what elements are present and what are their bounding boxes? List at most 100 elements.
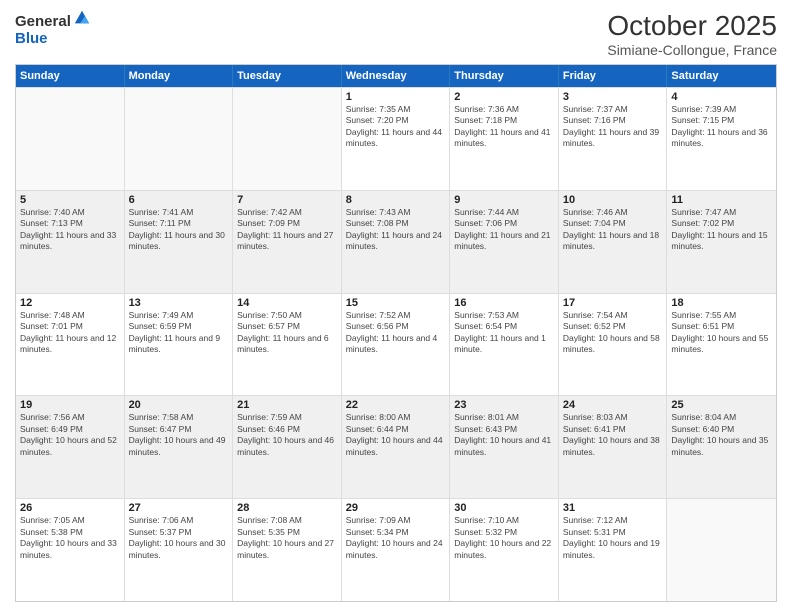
cal-cell-r4c4: 30Sunrise: 7:10 AM Sunset: 5:32 PM Dayli…: [450, 499, 559, 601]
day-number: 5: [20, 194, 120, 206]
cell-info: Sunrise: 7:54 AM Sunset: 6:52 PM Dayligh…: [563, 310, 663, 356]
cell-info: Sunrise: 7:37 AM Sunset: 7:16 PM Dayligh…: [563, 104, 663, 150]
subtitle: Simiane-Collongue, France: [607, 42, 777, 58]
cal-cell-r4c2: 28Sunrise: 7:08 AM Sunset: 5:35 PM Dayli…: [233, 499, 342, 601]
cell-info: Sunrise: 7:56 AM Sunset: 6:49 PM Dayligh…: [20, 412, 120, 458]
cal-cell-r1c2: 7Sunrise: 7:42 AM Sunset: 7:09 PM Daylig…: [233, 191, 342, 293]
cal-cell-r4c1: 27Sunrise: 7:06 AM Sunset: 5:37 PM Dayli…: [125, 499, 234, 601]
cell-info: Sunrise: 7:09 AM Sunset: 5:34 PM Dayligh…: [346, 515, 446, 561]
day-number: 31: [563, 502, 663, 514]
day-number: 12: [20, 297, 120, 309]
cal-cell-r0c5: 3Sunrise: 7:37 AM Sunset: 7:16 PM Daylig…: [559, 88, 668, 190]
cell-info: Sunrise: 7:39 AM Sunset: 7:15 PM Dayligh…: [671, 104, 772, 150]
month-title: October 2025: [607, 10, 777, 42]
cell-info: Sunrise: 7:43 AM Sunset: 7:08 PM Dayligh…: [346, 207, 446, 253]
calendar-row-0: 1Sunrise: 7:35 AM Sunset: 7:20 PM Daylig…: [16, 87, 776, 190]
cal-cell-r0c6: 4Sunrise: 7:39 AM Sunset: 7:15 PM Daylig…: [667, 88, 776, 190]
day-number: 30: [454, 502, 554, 514]
cal-cell-r1c5: 10Sunrise: 7:46 AM Sunset: 7:04 PM Dayli…: [559, 191, 668, 293]
cal-cell-r3c1: 20Sunrise: 7:58 AM Sunset: 6:47 PM Dayli…: [125, 396, 234, 498]
cal-cell-r1c1: 6Sunrise: 7:41 AM Sunset: 7:11 PM Daylig…: [125, 191, 234, 293]
day-number: 8: [346, 194, 446, 206]
cal-cell-r4c5: 31Sunrise: 7:12 AM Sunset: 5:31 PM Dayli…: [559, 499, 668, 601]
cal-cell-r3c2: 21Sunrise: 7:59 AM Sunset: 6:46 PM Dayli…: [233, 396, 342, 498]
cal-cell-r3c3: 22Sunrise: 8:00 AM Sunset: 6:44 PM Dayli…: [342, 396, 451, 498]
logo-general: General: [15, 14, 71, 31]
cal-cell-r3c6: 25Sunrise: 8:04 AM Sunset: 6:40 PM Dayli…: [667, 396, 776, 498]
day-number: 15: [346, 297, 446, 309]
calendar-row-1: 5Sunrise: 7:40 AM Sunset: 7:13 PM Daylig…: [16, 190, 776, 293]
day-number: 26: [20, 502, 120, 514]
cell-info: Sunrise: 7:53 AM Sunset: 6:54 PM Dayligh…: [454, 310, 554, 356]
day-number: 9: [454, 194, 554, 206]
day-number: 21: [237, 399, 337, 411]
cell-info: Sunrise: 7:42 AM Sunset: 7:09 PM Dayligh…: [237, 207, 337, 253]
day-number: 2: [454, 91, 554, 103]
cell-info: Sunrise: 7:52 AM Sunset: 6:56 PM Dayligh…: [346, 310, 446, 356]
day-number: 7: [237, 194, 337, 206]
cell-info: Sunrise: 7:06 AM Sunset: 5:37 PM Dayligh…: [129, 515, 229, 561]
cal-cell-r2c6: 18Sunrise: 7:55 AM Sunset: 6:51 PM Dayli…: [667, 294, 776, 396]
cal-cell-r2c1: 13Sunrise: 7:49 AM Sunset: 6:59 PM Dayli…: [125, 294, 234, 396]
cal-cell-r0c2: [233, 88, 342, 190]
day-number: 11: [671, 194, 772, 206]
logo-icon: [73, 9, 91, 27]
cell-info: Sunrise: 7:50 AM Sunset: 6:57 PM Dayligh…: [237, 310, 337, 356]
day-number: 17: [563, 297, 663, 309]
header-day-sunday: Sunday: [16, 65, 125, 87]
day-number: 1: [346, 91, 446, 103]
header-day-monday: Monday: [125, 65, 234, 87]
cal-cell-r2c3: 15Sunrise: 7:52 AM Sunset: 6:56 PM Dayli…: [342, 294, 451, 396]
cell-info: Sunrise: 7:49 AM Sunset: 6:59 PM Dayligh…: [129, 310, 229, 356]
header-day-tuesday: Tuesday: [233, 65, 342, 87]
cell-info: Sunrise: 7:59 AM Sunset: 6:46 PM Dayligh…: [237, 412, 337, 458]
cell-info: Sunrise: 7:55 AM Sunset: 6:51 PM Dayligh…: [671, 310, 772, 356]
day-number: 19: [20, 399, 120, 411]
cal-cell-r4c0: 26Sunrise: 7:05 AM Sunset: 5:38 PM Dayli…: [16, 499, 125, 601]
cell-info: Sunrise: 7:46 AM Sunset: 7:04 PM Dayligh…: [563, 207, 663, 253]
cell-info: Sunrise: 8:01 AM Sunset: 6:43 PM Dayligh…: [454, 412, 554, 458]
header-day-friday: Friday: [559, 65, 668, 87]
day-number: 6: [129, 194, 229, 206]
cell-info: Sunrise: 7:12 AM Sunset: 5:31 PM Dayligh…: [563, 515, 663, 561]
cell-info: Sunrise: 8:04 AM Sunset: 6:40 PM Dayligh…: [671, 412, 772, 458]
calendar-row-3: 19Sunrise: 7:56 AM Sunset: 6:49 PM Dayli…: [16, 395, 776, 498]
cell-info: Sunrise: 7:41 AM Sunset: 7:11 PM Dayligh…: [129, 207, 229, 253]
day-number: 14: [237, 297, 337, 309]
cell-info: Sunrise: 7:10 AM Sunset: 5:32 PM Dayligh…: [454, 515, 554, 561]
cal-cell-r3c0: 19Sunrise: 7:56 AM Sunset: 6:49 PM Dayli…: [16, 396, 125, 498]
day-number: 22: [346, 399, 446, 411]
calendar: SundayMondayTuesdayWednesdayThursdayFrid…: [15, 64, 777, 602]
cell-info: Sunrise: 7:36 AM Sunset: 7:18 PM Dayligh…: [454, 104, 554, 150]
day-number: 13: [129, 297, 229, 309]
cal-cell-r3c4: 23Sunrise: 8:01 AM Sunset: 6:43 PM Dayli…: [450, 396, 559, 498]
cal-cell-r0c0: [16, 88, 125, 190]
cal-cell-r4c3: 29Sunrise: 7:09 AM Sunset: 5:34 PM Dayli…: [342, 499, 451, 601]
day-number: 18: [671, 297, 772, 309]
cal-cell-r2c2: 14Sunrise: 7:50 AM Sunset: 6:57 PM Dayli…: [233, 294, 342, 396]
day-number: 4: [671, 91, 772, 103]
cell-info: Sunrise: 7:47 AM Sunset: 7:02 PM Dayligh…: [671, 207, 772, 253]
header-day-wednesday: Wednesday: [342, 65, 451, 87]
cell-info: Sunrise: 7:44 AM Sunset: 7:06 PM Dayligh…: [454, 207, 554, 253]
logo: General Blue: [15, 14, 91, 47]
cell-info: Sunrise: 8:03 AM Sunset: 6:41 PM Dayligh…: [563, 412, 663, 458]
cell-info: Sunrise: 7:35 AM Sunset: 7:20 PM Dayligh…: [346, 104, 446, 150]
header-day-saturday: Saturday: [667, 65, 776, 87]
day-number: 29: [346, 502, 446, 514]
cell-info: Sunrise: 7:08 AM Sunset: 5:35 PM Dayligh…: [237, 515, 337, 561]
page: General Blue October 2025 Simiane-Collon…: [0, 0, 792, 612]
cell-info: Sunrise: 8:00 AM Sunset: 6:44 PM Dayligh…: [346, 412, 446, 458]
day-number: 25: [671, 399, 772, 411]
calendar-body: 1Sunrise: 7:35 AM Sunset: 7:20 PM Daylig…: [16, 87, 776, 601]
day-number: 20: [129, 399, 229, 411]
cal-cell-r0c4: 2Sunrise: 7:36 AM Sunset: 7:18 PM Daylig…: [450, 88, 559, 190]
calendar-header: SundayMondayTuesdayWednesdayThursdayFrid…: [16, 65, 776, 87]
cal-cell-r1c3: 8Sunrise: 7:43 AM Sunset: 7:08 PM Daylig…: [342, 191, 451, 293]
logo-text: General Blue: [15, 14, 91, 47]
cal-cell-r2c0: 12Sunrise: 7:48 AM Sunset: 7:01 PM Dayli…: [16, 294, 125, 396]
cell-info: Sunrise: 7:05 AM Sunset: 5:38 PM Dayligh…: [20, 515, 120, 561]
day-number: 10: [563, 194, 663, 206]
header: General Blue October 2025 Simiane-Collon…: [15, 10, 777, 58]
cell-info: Sunrise: 7:58 AM Sunset: 6:47 PM Dayligh…: [129, 412, 229, 458]
